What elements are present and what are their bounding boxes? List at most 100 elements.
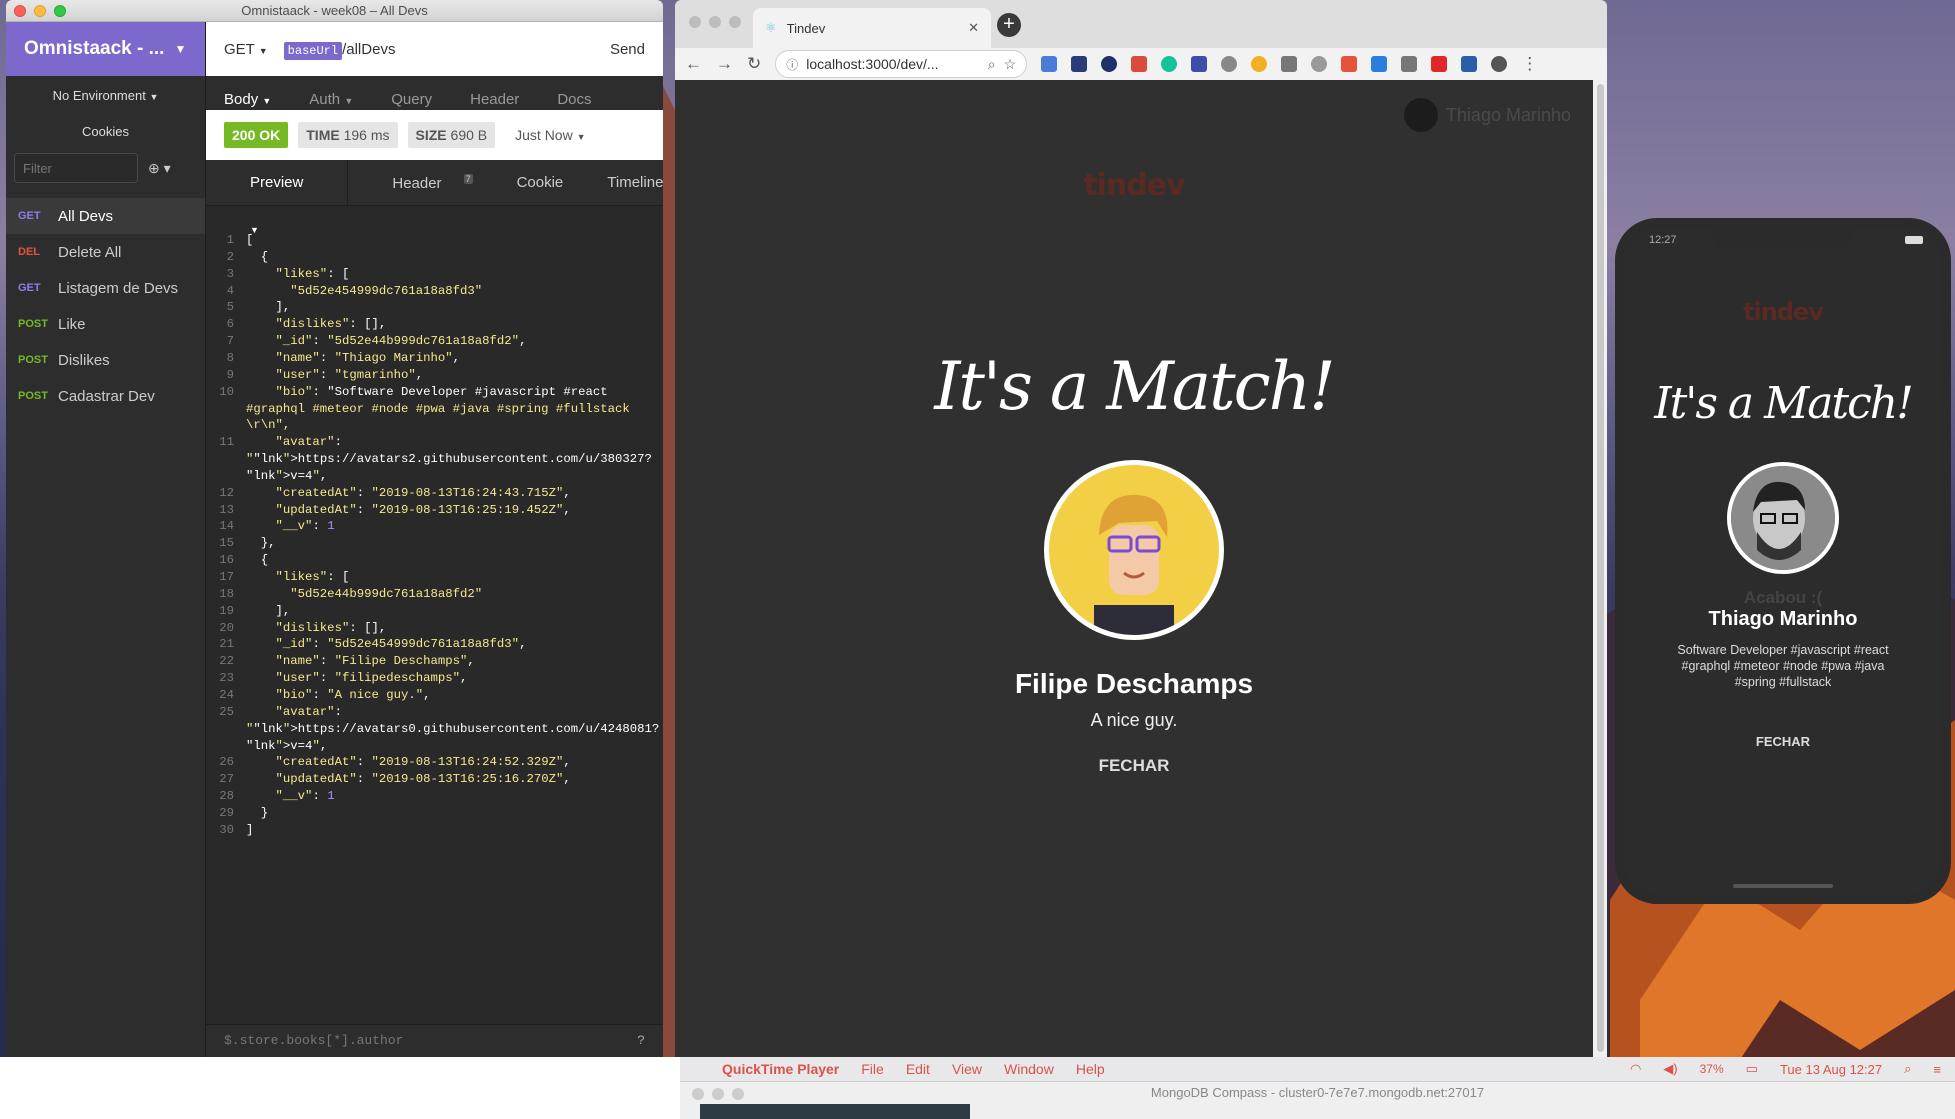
mongodb-compass-window: MongoDB Compass - cluster0-7e7e7.mongodb… (680, 1081, 1955, 1119)
new-tab-button[interactable]: + (997, 13, 1021, 37)
menu-view[interactable]: View (952, 1061, 982, 1077)
zoom-window-button[interactable] (54, 5, 66, 17)
tab-body[interactable]: Body ▼ (224, 91, 271, 110)
cookies-button[interactable]: Cookies (6, 116, 205, 148)
line-number: 29 (219, 805, 234, 820)
response-json-viewer[interactable]: 1 [2 {3 "likes": [4 "5d52e454999dc761a18a… (206, 232, 663, 1032)
wifi-icon[interactable]: ◠ (1630, 1061, 1641, 1077)
url-input[interactable]: baseUrl/allDevs (283, 41, 395, 60)
menu-dots-icon[interactable]: ⋮ (1521, 54, 1538, 74)
json-path-filter[interactable]: $.store.books[*].author ? (206, 1024, 663, 1057)
notification-center-icon[interactable]: ≡ (1933, 1062, 1941, 1077)
extension-icon[interactable] (1251, 56, 1268, 72)
menu-window[interactable]: Window (1004, 1061, 1054, 1077)
menu-app-name[interactable]: QuickTime Player (722, 1061, 839, 1077)
line-number: 20 (219, 620, 234, 635)
request-name: Delete All (58, 243, 122, 261)
zoom-window-button[interactable] (729, 16, 741, 28)
extension-icon[interactable] (1341, 56, 1358, 72)
request-name: All Devs (58, 207, 114, 225)
datetime[interactable]: Tue 13 Aug 12:27 (1780, 1062, 1882, 1077)
extension-icon[interactable] (1461, 56, 1478, 72)
grammarly-extension-icon[interactable] (1161, 56, 1178, 72)
window-title: Omnistaack - week08 – All Devs (241, 3, 428, 18)
address-bar[interactable]: ⓘ localhost:3000/dev/... ⌕ ☆ (775, 50, 1028, 78)
code-line: "bio": "Software Developer #javascript #… (275, 384, 608, 399)
match-bio: A nice guy. (1090, 710, 1178, 730)
close-tab-icon[interactable]: ✕ (968, 20, 979, 36)
size-badge: SIZE 690 B (407, 122, 496, 148)
code-line: ""lnk">https://avatars2.githubuserconten… (246, 452, 652, 467)
filter-input[interactable] (14, 153, 138, 183)
extension-icon[interactable] (1401, 56, 1418, 72)
code-line: "_id": "5d52e44b999dc761a18a8fd2", (275, 334, 527, 349)
code-line: } (246, 805, 269, 820)
code-line: "avatar": (275, 435, 342, 450)
close-window-button[interactable] (14, 5, 26, 17)
add-request-icon[interactable]: ⊕ ▾ (148, 160, 171, 177)
extension-icon[interactable] (1131, 56, 1148, 72)
response-meta: 200 OK TIME 196 ms SIZE 690 B Just Now ▼ (206, 110, 663, 160)
close-match-button[interactable]: FECHAR (675, 756, 1593, 776)
minimize-window-button[interactable] (712, 1088, 724, 1100)
environment-selector[interactable]: No Environment ▼ (6, 76, 205, 116)
tab-query[interactable]: Query (391, 91, 432, 110)
forward-icon[interactable]: → (716, 54, 733, 74)
code-line: "bio": "A nice guy.", (275, 687, 431, 702)
extension-icon[interactable] (1101, 56, 1118, 72)
close-window-button[interactable] (692, 1088, 704, 1100)
volume-icon[interactable]: ◀) (1663, 1061, 1677, 1077)
extension-icon[interactable] (1191, 56, 1208, 72)
menu-help[interactable]: Help (1076, 1061, 1105, 1077)
tindev-logo: tindev (1083, 168, 1185, 203)
browser-tab[interactable]: ⚛ Tindev ✕ (753, 8, 991, 48)
request-item-cadastrar[interactable]: POST Cadastrar Dev (6, 378, 205, 414)
line-number: 5 (226, 300, 234, 315)
close-window-button[interactable] (689, 16, 701, 28)
extension-icon[interactable] (1221, 56, 1238, 72)
menu-file[interactable]: File (861, 1061, 884, 1077)
line-number: 4 (226, 283, 234, 298)
search-icon[interactable]: ⌕ (988, 56, 996, 73)
request-item-like[interactable]: POST Like (6, 306, 205, 342)
trello-extension-icon[interactable] (1371, 56, 1388, 72)
send-button[interactable]: Send (610, 41, 645, 58)
help-icon[interactable]: ? (637, 1025, 645, 1057)
request-item-listagem[interactable]: GET Listagem de Devs (6, 270, 205, 306)
phone-time: 12:27 (1649, 234, 1677, 246)
request-item-all-devs[interactable]: GET All Devs (6, 198, 205, 234)
back-icon[interactable]: ← (685, 54, 702, 74)
tab-title: Tindev (786, 20, 826, 36)
method-selector[interactable]: GET ▼ (224, 41, 268, 58)
close-match-button[interactable]: FECHAR (1625, 734, 1941, 749)
tab-preview[interactable]: Preview ▼ (206, 159, 349, 235)
translate-extension-icon[interactable] (1041, 56, 1058, 72)
youtube-extension-icon[interactable] (1431, 56, 1448, 72)
code-line: "likes": [ (275, 266, 350, 281)
spotlight-search-icon[interactable]: ⌕ (1904, 1061, 1911, 1077)
minimize-window-button[interactable] (34, 5, 46, 17)
tab-cookie[interactable]: Cookie (495, 174, 586, 191)
tab-docs[interactable]: Docs (557, 91, 591, 110)
page-scrollbar[interactable] (1593, 80, 1607, 1057)
menu-edit[interactable]: Edit (906, 1061, 930, 1077)
minimize-window-button[interactable] (709, 16, 721, 28)
extension-icon[interactable] (1071, 56, 1088, 72)
zoom-window-button[interactable] (732, 1088, 744, 1100)
tab-response-header[interactable]: Header 7 (348, 173, 494, 192)
profile-avatar-icon[interactable] (1491, 56, 1508, 72)
tab-auth[interactable]: Auth ▼ (309, 91, 353, 110)
reload-icon[interactable]: ↻ (747, 54, 761, 74)
request-item-dislikes[interactable]: POST Dislikes (6, 342, 205, 378)
request-item-delete-all[interactable]: DEL Delete All (6, 234, 205, 270)
tab-header[interactable]: Header (470, 91, 519, 110)
extension-icon[interactable] (1281, 56, 1298, 72)
workspace-menu[interactable]: Omnistaack - ... ▼ (6, 22, 205, 76)
battery-icon[interactable]: ▭ (1746, 1061, 1758, 1077)
bookmark-star-icon[interactable]: ☆ (1004, 56, 1017, 73)
chevron-down-icon: ▼ (174, 42, 187, 56)
history-dropdown[interactable]: Just Now ▼ (515, 127, 585, 143)
tab-timeline[interactable]: Timeline (585, 174, 663, 191)
extension-icon[interactable] (1311, 56, 1328, 72)
scrollbar-thumb[interactable] (1596, 84, 1604, 1052)
